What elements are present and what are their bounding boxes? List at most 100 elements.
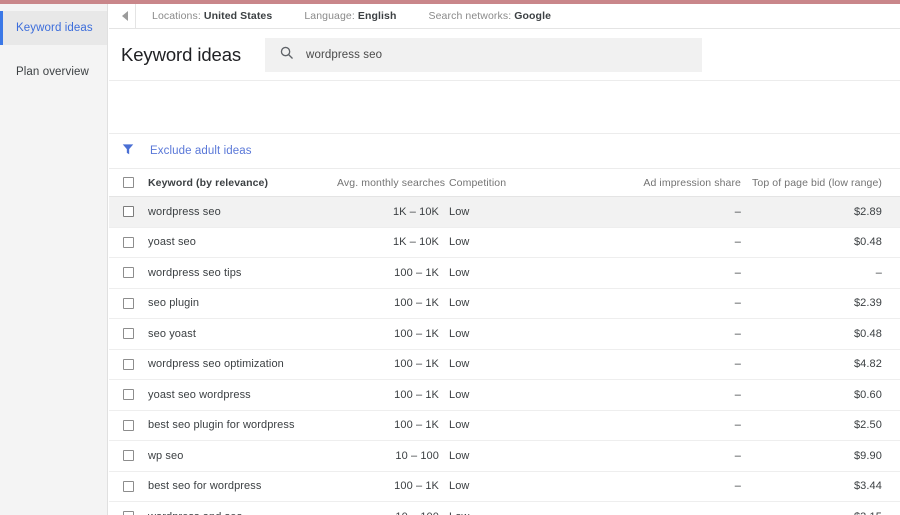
cell-competition: Low — [449, 388, 470, 401]
cell-ad-impression-share: – — [734, 266, 741, 279]
context-search-networks-value: Google — [514, 10, 552, 22]
context-language-value: English — [357, 10, 397, 22]
cell-top-of-page-bid-low: $0.48 — [853, 236, 882, 249]
main-content: Locations: United States Language: Engli… — [109, 4, 900, 515]
table-row[interactable]: yoast seo 1K – 10K Low – $0.48 — [109, 227, 900, 258]
column-header-competition[interactable]: Competition — [439, 177, 629, 189]
row-select-checkbox[interactable] — [123, 480, 134, 492]
cell-ad-impression-share: – — [734, 358, 741, 371]
row-select-checkbox[interactable] — [123, 267, 134, 279]
column-header-avg-monthly-searches[interactable]: Avg. monthly searches — [337, 177, 445, 189]
cell-avg-monthly-searches: 100 – 1K — [394, 266, 439, 279]
cell-avg-monthly-searches: 100 – 1K — [394, 297, 439, 310]
cell-top-of-page-bid-low: $3.44 — [853, 480, 882, 493]
cell-top-of-page-bid-low: $2.89 — [853, 205, 882, 218]
cell-competition: Low — [449, 419, 470, 432]
cell-keyword[interactable]: wordpress seo optimization — [148, 358, 337, 370]
cell-competition: Low — [449, 297, 470, 310]
cell-keyword[interactable]: yoast seo wordpress — [148, 389, 337, 401]
cell-keyword[interactable]: best seo for wordpress — [148, 480, 337, 492]
cell-avg-monthly-searches: 100 – 1K — [394, 419, 439, 432]
row-select-cell — [109, 328, 148, 340]
table-row[interactable]: yoast seo wordpress 100 – 1K Low – $0.60 — [109, 380, 900, 411]
filter-row: Exclude adult ideas — [109, 134, 900, 169]
table-row[interactable]: wordpress seo optimization 100 – 1K Low – $4… — [109, 349, 900, 380]
cell-keyword[interactable]: yoast seo — [148, 236, 337, 248]
table-row[interactable]: wp seo 10 – 100 Low – $9.90 — [109, 441, 900, 472]
row-select-cell — [109, 450, 148, 462]
table-row[interactable]: best seo plugin for wordpress 100 – 1K Low… — [109, 410, 900, 441]
triangle-left-icon[interactable] — [114, 4, 136, 28]
table-row[interactable]: best seo for wordpress 100 – 1K Low – $3.44 — [109, 471, 900, 502]
row-select-checkbox[interactable] — [123, 389, 134, 401]
cell-competition: Low — [449, 236, 470, 249]
context-locations-label: Locations: — [152, 10, 201, 22]
table-row[interactable]: wordpress seo tips 100 – 1K Low – – — [109, 258, 900, 289]
table-row[interactable]: wordpress seo 1K – 10K Low – $2.89 — [109, 197, 900, 228]
column-header-keyword[interactable]: Keyword (by relevance) — [148, 177, 337, 189]
context-search-networks-label: Search networks: — [428, 10, 512, 22]
context-bar: Locations: United States Language: Engli… — [109, 4, 900, 29]
row-select-cell — [109, 358, 148, 370]
search-value: wordpress seo — [306, 48, 383, 61]
row-select-cell — [109, 236, 148, 248]
column-header-top-of-page-bid-high[interactable]: To — [882, 177, 900, 189]
table-row[interactable]: wordpress and seo10 – 100Low–$3.15 — [109, 502, 900, 515]
column-header-top-of-page-bid-low[interactable]: Top of page bid (low range) — [741, 177, 882, 189]
cell-ad-impression-share: – — [734, 236, 741, 249]
cell-competition: Low — [449, 266, 470, 279]
row-select-checkbox[interactable] — [123, 297, 134, 309]
cell-keyword[interactable]: wordpress and seo — [148, 511, 337, 515]
cell-keyword[interactable]: seo plugin — [148, 297, 337, 309]
cell-avg-monthly-searches: 100 – 1K — [394, 388, 439, 401]
search-input[interactable]: wordpress seo — [265, 37, 703, 72]
cell-ad-impression-share: – — [734, 449, 741, 462]
row-select-checkbox[interactable] — [123, 236, 134, 248]
context-language-label: Language: — [304, 10, 355, 22]
row-select-checkbox[interactable] — [123, 450, 134, 462]
cell-keyword[interactable]: best seo plugin for wordpress — [148, 419, 337, 431]
row-select-checkbox[interactable] — [123, 511, 134, 515]
cell-top-of-page-bid-low: $0.60 — [853, 388, 882, 401]
cell-ad-impression-share: – — [734, 205, 741, 218]
cell-top-of-page-bid-low: $9.90 — [853, 449, 882, 462]
table-row[interactable]: seo plugin 100 – 1K Low – $2.39 — [109, 288, 900, 319]
context-locations[interactable]: Locations: United States — [152, 10, 272, 22]
cell-avg-monthly-searches: 1K – 10K — [392, 205, 439, 218]
row-select-checkbox[interactable] — [123, 206, 134, 218]
cell-keyword[interactable]: seo yoast — [148, 328, 337, 340]
page-title: Keyword ideas — [121, 43, 242, 65]
cell-ad-impression-share: – — [734, 297, 741, 310]
column-header-ad-impression-share[interactable]: Ad impression share — [629, 177, 741, 189]
cell-avg-monthly-searches: 100 – 1K — [394, 327, 439, 340]
cell-top-of-page-bid-low: – — [875, 266, 882, 279]
table-header-row: Keyword (by relevance) Avg. monthly sear… — [109, 169, 900, 197]
cell-avg-monthly-searches: 100 – 1K — [394, 480, 439, 493]
row-select-checkbox[interactable] — [123, 358, 134, 370]
cell-competition: Low — [449, 358, 470, 371]
cell-keyword[interactable]: wp seo — [148, 450, 337, 462]
cell-keyword[interactable]: wordpress seo — [148, 206, 337, 218]
select-all-checkbox[interactable] — [123, 177, 134, 188]
sidebar-item-plan-overview[interactable]: Plan overview — [0, 55, 107, 89]
sidebar-item-label: Keyword ideas — [16, 22, 93, 34]
row-select-checkbox[interactable] — [123, 419, 134, 431]
table-body: wordpress seo 1K – 10K Low – $2.89 yoast seo 1… — [109, 197, 900, 515]
row-select-checkbox[interactable] — [123, 328, 134, 340]
cell-ad-impression-share: – — [629, 511, 741, 515]
table-row[interactable]: seo yoast 100 – 1K Low – $0.48 — [109, 319, 900, 350]
sidebar-item-keyword-ideas[interactable]: Keyword ideas — [0, 11, 107, 45]
cell-avg-monthly-searches: 10 – 100 — [337, 511, 439, 515]
cell-keyword[interactable]: wordpress seo tips — [148, 267, 337, 279]
exclude-adult-ideas-button[interactable]: Exclude adult ideas — [121, 142, 252, 161]
cell-ad-impression-share: – — [734, 480, 741, 493]
keyword-ideas-table: Keyword (by relevance) Avg. monthly sear… — [109, 169, 900, 515]
cell-competition: Low — [449, 327, 470, 340]
cell-ad-impression-share: – — [734, 388, 741, 401]
cell-competition: Low — [439, 511, 629, 515]
cell-top-of-page-bid-low: $4.82 — [853, 358, 882, 371]
context-search-networks[interactable]: Search networks: Google — [429, 10, 552, 22]
context-language[interactable]: Language: English — [304, 10, 396, 22]
keyword-planner-window: Keyword ideas Plan overview Locations: U… — [0, 0, 900, 515]
exclude-adult-ideas-label: Exclude adult ideas — [150, 145, 252, 157]
